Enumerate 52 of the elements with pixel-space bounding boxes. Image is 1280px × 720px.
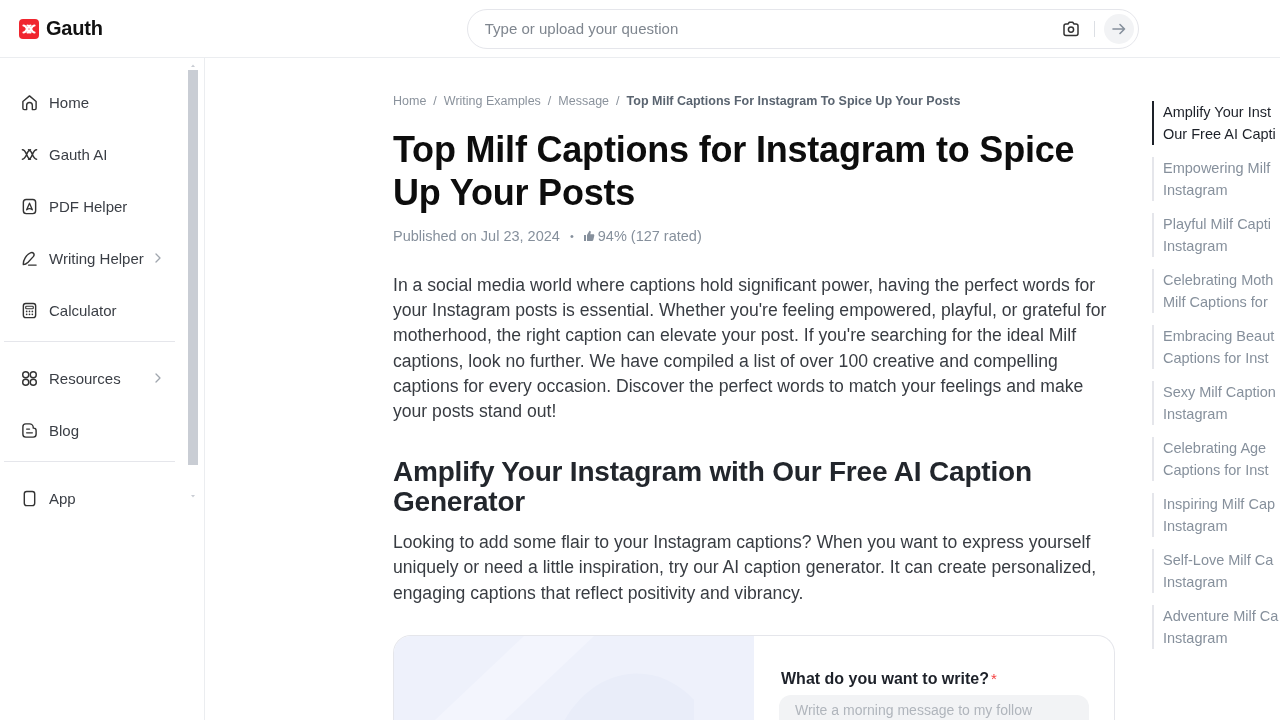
sidebar-item[interactable]: Gauth AI bbox=[4, 128, 175, 180]
document-icon bbox=[21, 197, 38, 215]
toc-link[interactable]: Celebrating Age Captions for Inst bbox=[1152, 437, 1279, 481]
toc-link[interactable]: Playful Milf Capti Instagram bbox=[1152, 213, 1279, 257]
sidebar-item[interactable]: Resources bbox=[4, 352, 175, 404]
breadcrumb-link[interactable]: Home bbox=[393, 93, 427, 109]
toc-link[interactable]: Celebrating Moth Milf Captions for bbox=[1152, 269, 1279, 313]
chevron-right-icon bbox=[155, 373, 161, 383]
section-heading: Amplify Your Instagram with Our Free AI Caption Generator bbox=[393, 457, 1033, 518]
sidebar-item[interactable]: Writing Helper bbox=[4, 232, 175, 284]
home-icon bbox=[21, 93, 38, 111]
thumbs-up-icon bbox=[582, 230, 595, 242]
intro-paragraph: In a social media world where captions hold significant power, having the perfect words for your Instagram posts is essential. Whether you're feeling empowered, playful, or grateful for motherhood, the right caption can elevate your post. If you're searching for the ideal Milf captions, look no further. We have compiled a list of over 100 creative and compelling captions for every occasion. Discover the perfect words to match your feelings and make your posts stand out! bbox=[393, 274, 1108, 423]
toc-link[interactable]: Adventure Milf Ca Instagram bbox=[1152, 605, 1279, 649]
arrow-right-icon bbox=[1111, 22, 1126, 35]
chevron-right-icon bbox=[155, 253, 161, 263]
sidebar-item[interactable]: Blog bbox=[4, 404, 175, 456]
breadcrumb-link[interactable]: Top Milf Captions For Instagram To Spice Up Your Posts bbox=[626, 93, 961, 109]
section-paragraph: Looking to add some flair to your Instagram captions? When you want to express yourself uniquely or need a little inspiration, try our AI caption generator. It can create personalized, engaging captions that reflect positivity and vibrancy. bbox=[393, 531, 1098, 605]
toc-link[interactable]: Embracing Beaut Captions for Inst bbox=[1152, 325, 1279, 369]
rating-text: 94% (127 rated) bbox=[597, 228, 702, 244]
meta-separator: • bbox=[569, 230, 574, 242]
search-bar[interactable]: Type or upload your question bbox=[466, 8, 1139, 49]
toc-link[interactable]: Amplify Your Inst Our Free AI Capti bbox=[1152, 101, 1279, 145]
sidebar-item[interactable]: PDF Helper bbox=[4, 180, 175, 232]
note-icon bbox=[21, 421, 38, 439]
article-title: Top Milf Captions for Instagram to Spice Up Your Posts bbox=[393, 128, 1076, 214]
pen-icon bbox=[21, 249, 38, 267]
required-mark: * bbox=[991, 669, 997, 687]
message-input-field[interactable]: Write a morning message to my follow bbox=[779, 694, 1089, 720]
breadcrumb-link[interactable]: Writing Examples bbox=[443, 93, 541, 109]
sidebar-item[interactable]: Home bbox=[4, 76, 175, 128]
camera-icon[interactable] bbox=[1061, 20, 1080, 37]
toc-link[interactable]: Self-Love Milf Ca Instagram bbox=[1152, 549, 1279, 593]
breadcrumb-separator: / bbox=[433, 93, 437, 109]
calculator-icon bbox=[21, 301, 38, 319]
phone-icon bbox=[21, 489, 38, 507]
form-label: What do you want to write? bbox=[781, 668, 989, 689]
breadcrumb-link[interactable]: Message bbox=[558, 93, 610, 109]
breadcrumb-separator: / bbox=[616, 93, 620, 109]
publish-date: Published on Jul 23, 2024 bbox=[393, 228, 560, 244]
toc-link[interactable]: Empowering Milf Instagram bbox=[1152, 157, 1279, 201]
logo-text[interactable]: Gauth bbox=[46, 17, 103, 40]
toc-link[interactable]: Sexy Milf Caption Instagram bbox=[1152, 381, 1279, 425]
breadcrumb-separator: / bbox=[547, 93, 552, 109]
toc-link[interactable]: Inspiring Milf Cap Instagram bbox=[1152, 493, 1279, 537]
logo-icon bbox=[19, 18, 39, 39]
sidebar-item[interactable]: App bbox=[4, 472, 175, 524]
search-field[interactable]: Type or upload your question bbox=[484, 20, 1042, 37]
sidebar-item[interactable]: Calculator bbox=[4, 284, 175, 336]
four-circles-icon bbox=[21, 369, 38, 387]
submit-button[interactable] bbox=[1103, 13, 1134, 44]
